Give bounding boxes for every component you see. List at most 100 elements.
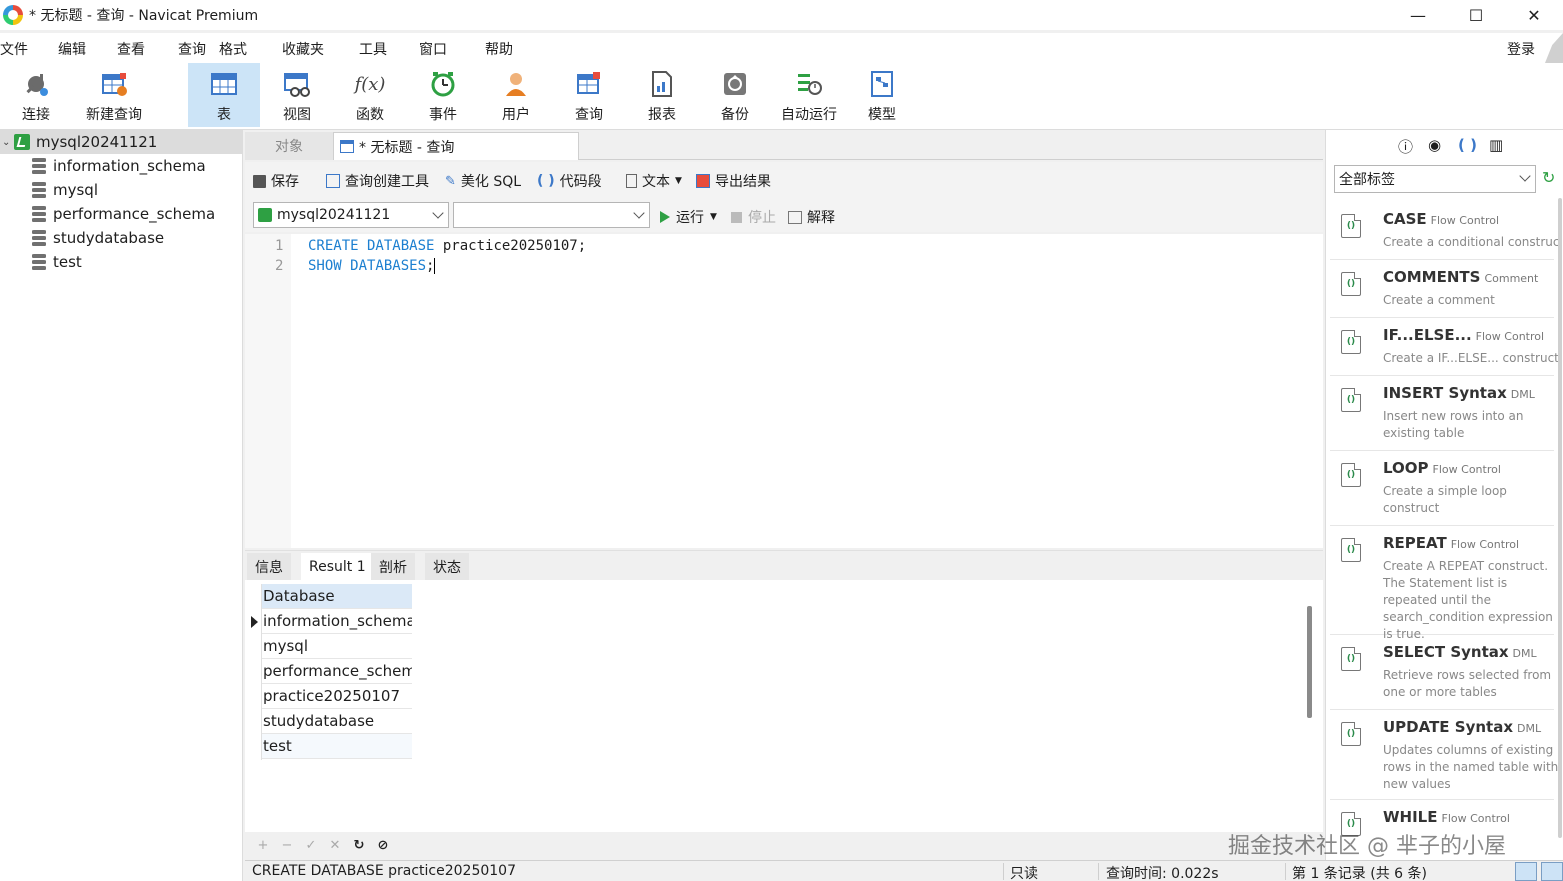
maximize-button[interactable]: ☐ xyxy=(1447,0,1505,30)
beautify-sql-button[interactable]: ✎ 美化 SQL xyxy=(445,171,521,191)
apply-changes-icon[interactable]: ✓ xyxy=(305,838,317,853)
play-icon xyxy=(660,211,670,223)
database-select[interactable] xyxy=(453,202,650,228)
backup-icon xyxy=(721,70,749,98)
window-title: * 无标题 - 查询 - Navicat Premium xyxy=(29,8,259,24)
table-row[interactable]: practice20250107 xyxy=(262,684,412,709)
connection-select[interactable]: mysql20241121 xyxy=(253,202,449,228)
report-button[interactable]: 报表 xyxy=(642,63,682,127)
form-view-button[interactable] xyxy=(1541,862,1563,881)
tab-status[interactable]: 状态 xyxy=(425,553,469,581)
delete-record-icon[interactable]: − xyxy=(281,838,293,853)
tab-query[interactable]: * 无标题 - 查询 xyxy=(333,132,579,160)
grid-view-button[interactable] xyxy=(1515,862,1537,881)
tree-connection[interactable]: ⌄ mysql20241121 xyxy=(0,130,243,154)
menu-format[interactable]: 格式 xyxy=(219,39,247,59)
minimize-button[interactable]: — xyxy=(1389,0,1447,30)
refresh-icon[interactable]: ↻ xyxy=(353,838,365,853)
discard-changes-icon[interactable]: ✕ xyxy=(329,838,341,853)
menu-view[interactable]: 查看 xyxy=(117,39,145,59)
user-button[interactable]: 用户 xyxy=(496,63,536,127)
database-icon xyxy=(32,206,46,222)
export-result-button[interactable]: 导出结果 xyxy=(696,171,771,191)
snippet-if-else[interactable]: () IF...ELSE... Flow Control Create a IF.… xyxy=(1330,318,1559,376)
menu-window[interactable]: 窗口 xyxy=(419,39,447,59)
snippet-select-syntax[interactable]: () SELECT Syntax DML Retrieve rows select… xyxy=(1330,635,1554,710)
layout-icon[interactable]: ▥ xyxy=(1489,136,1503,154)
model-button[interactable]: 模型 xyxy=(862,63,902,127)
tab-info[interactable]: 信息 xyxy=(247,553,291,581)
chevron-down-icon xyxy=(432,207,444,219)
add-record-icon[interactable]: + xyxy=(257,838,269,853)
menu-file[interactable]: 文件 xyxy=(0,39,28,59)
snippet-scrollbar[interactable] xyxy=(1558,198,1562,838)
result-grid[interactable]: Database information_schema mysql perfor… xyxy=(245,580,1323,832)
code-line[interactable]: SHOW DATABASES; xyxy=(308,258,436,274)
table-row[interactable]: mysql xyxy=(262,634,412,659)
info-icon[interactable]: ⓘ xyxy=(1398,136,1413,157)
menu-bar: 文件 编辑 查看 查询 格式 收藏夹 工具 窗口 帮助 登录 xyxy=(0,33,1563,63)
menu-help[interactable]: 帮助 xyxy=(485,39,513,59)
snippet-icon: () xyxy=(1341,214,1361,238)
connect-button[interactable]: 连接 xyxy=(12,63,60,127)
table-row[interactable]: information_schema xyxy=(262,609,412,634)
table-row[interactable]: performance_schem xyxy=(262,659,412,684)
snippet-repeat[interactable]: () REPEAT Flow Control Create A REPEAT co… xyxy=(1330,526,1554,641)
table-row[interactable]: test xyxy=(262,734,412,759)
sql-editor[interactable]: 1 2 CREATE DATABASE practice20250107; SH… xyxy=(245,234,1323,548)
save-button[interactable]: 保存 xyxy=(253,171,299,191)
database-icon xyxy=(32,254,46,270)
snippet-insert-syntax[interactable]: () INSERT Syntax DML Insert new rows into… xyxy=(1330,376,1554,451)
tree-db-mysql[interactable]: mysql xyxy=(0,178,98,202)
mysql-connection-icon xyxy=(258,208,272,222)
chevron-down-icon[interactable]: ⌄ xyxy=(2,137,12,148)
explain-icon xyxy=(788,210,802,224)
auto-run-button[interactable]: 自动运行 xyxy=(778,63,840,127)
view-button[interactable]: 视图 xyxy=(276,63,318,127)
run-button[interactable]: 运行 ▼ xyxy=(660,207,717,227)
chevron-down-icon xyxy=(633,207,645,219)
new-snippet-icon[interactable]: ↻ xyxy=(1542,168,1555,187)
close-button[interactable]: ✕ xyxy=(1505,0,1563,30)
status-sql: CREATE DATABASE practice20250107 xyxy=(252,863,516,879)
braces-icon[interactable]: ( ) xyxy=(1458,136,1477,154)
explain-button[interactable]: 解释 xyxy=(788,207,835,227)
tree-db-performance-schema[interactable]: performance_schema xyxy=(0,202,215,226)
login-link[interactable]: 登录 xyxy=(1507,39,1535,59)
tree-db-information-schema[interactable]: information_schema xyxy=(0,154,206,178)
code-line[interactable]: CREATE DATABASE practice20250107; xyxy=(308,238,586,254)
snippet-loop[interactable]: () LOOP Flow Control Create a simple loop… xyxy=(1330,451,1554,526)
query-builder-button[interactable]: 查询创建工具 xyxy=(326,171,429,191)
query-button[interactable]: 查询 xyxy=(569,63,609,127)
tab-objects[interactable]: 对象 xyxy=(245,132,333,160)
menu-tools[interactable]: 工具 xyxy=(359,39,387,59)
tab-profile[interactable]: 剖析 xyxy=(371,553,415,581)
menu-query[interactable]: 查询 xyxy=(178,39,206,59)
table-row[interactable]: studydatabase xyxy=(262,709,412,734)
tab-result-1[interactable]: Result 1 xyxy=(301,553,374,581)
tree-db-studydatabase[interactable]: studydatabase xyxy=(0,226,164,250)
stop-icon[interactable]: ⊘ xyxy=(377,838,389,853)
snippet-icon: () xyxy=(1341,538,1361,562)
backup-button[interactable]: 备份 xyxy=(715,63,755,127)
snippet-comments[interactable]: () COMMENTS Comment Create a comment xyxy=(1330,260,1554,318)
vertical-scrollbar[interactable] xyxy=(1307,606,1312,718)
new-query-button[interactable]: 新建查询 xyxy=(82,63,146,127)
function-button[interactable]: f(x) 函数 xyxy=(350,63,390,127)
tag-filter-select[interactable]: 全部标签 xyxy=(1334,165,1536,193)
snippet-update-syntax[interactable]: () UPDATE Syntax DML Updates columns of e… xyxy=(1330,710,1558,800)
table-button[interactable]: 表 xyxy=(188,63,260,127)
tree-db-test[interactable]: test xyxy=(0,250,82,274)
snippet-case[interactable]: () CASE Flow Control Create a conditional… xyxy=(1330,202,1559,260)
menu-favorites[interactable]: 收藏夹 xyxy=(282,39,324,59)
object-icon[interactable]: ◉ xyxy=(1428,136,1441,154)
text-mode-button[interactable]: 文本 ▼ xyxy=(626,171,682,191)
new-query-icon xyxy=(100,70,128,98)
column-header-database[interactable]: Database xyxy=(262,584,412,609)
schedule-icon xyxy=(795,70,823,98)
stop-button[interactable]: 停止 xyxy=(731,207,776,227)
event-button[interactable]: 事件 xyxy=(423,63,463,127)
snippet-icon: () xyxy=(1341,722,1361,746)
menu-edit[interactable]: 编辑 xyxy=(58,39,86,59)
code-snippet-button[interactable]: ( ) 代码段 xyxy=(537,171,602,191)
